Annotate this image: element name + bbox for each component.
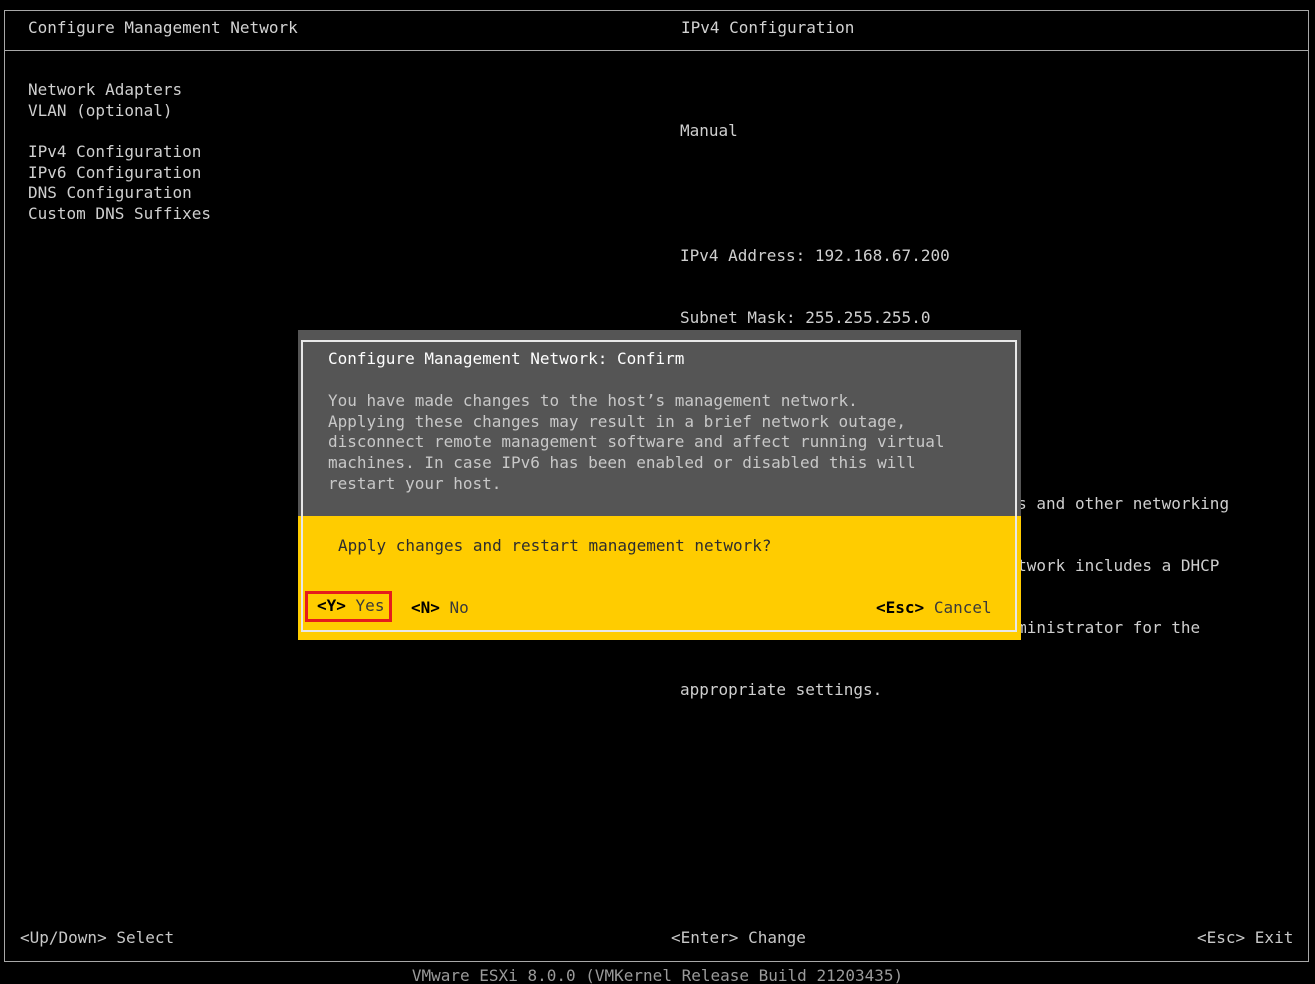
dialog-action-bar: Apply changes and restart management net… <box>298 516 1021 640</box>
change-hint: <Enter> Change <box>671 928 806 947</box>
menu-spacer <box>28 121 211 142</box>
no-key: <N> <box>411 598 440 617</box>
details-spacer <box>680 184 1229 205</box>
no-button[interactable]: <N> No <box>411 598 469 619</box>
yes-button[interactable]: <Y> Yes <box>304 591 393 622</box>
menu-item-ipv4-configuration[interactable]: IPv4 Configuration <box>28 142 211 163</box>
menu-item-network-adapters[interactable]: Network Adapters <box>28 80 211 101</box>
dialog-message-line: You have made changes to the host’s mana… <box>328 391 858 410</box>
config-menu: Network Adapters VLAN (optional) IPv4 Co… <box>28 80 211 225</box>
description-line: appropriate settings. <box>680 680 883 700</box>
dialog-message: You have made changes to the host’s mana… <box>328 391 945 494</box>
yes-key: <Y> <box>317 596 346 615</box>
dialog-message-line: Applying these changes may result in a b… <box>328 411 906 431</box>
dialog-message-line: disconnect remote management software an… <box>328 432 945 452</box>
header-divider <box>4 50 1309 51</box>
section-title: IPv4 Configuration <box>681 18 855 37</box>
cancel-button[interactable]: <Esc> Cancel <box>876 598 992 619</box>
dialog-question: Apply changes and restart management net… <box>338 536 772 555</box>
select-hint: <Up/Down> Select <box>20 928 175 947</box>
menu-item-ipv6-configuration[interactable]: IPv6 Configuration <box>28 163 211 184</box>
subnet-mask: Subnet Mask: 255.255.255.0 <box>680 307 931 327</box>
dialog-message-line: machines. In case IPv6 has been enabled … <box>328 453 916 473</box>
yes-label: Yes <box>355 596 385 615</box>
cancel-key: <Esc> <box>876 598 925 617</box>
ipv4-mode: Manual <box>680 121 738 141</box>
build-info: VMware ESXi 8.0.0 (VMKernel Release Buil… <box>411 966 904 984</box>
cancel-label: Cancel <box>933 598 992 617</box>
menu-item-custom-dns-suffixes[interactable]: Custom DNS Suffixes <box>28 204 211 225</box>
confirm-dialog: Configure Management Network: Confirm Yo… <box>298 330 1021 640</box>
page-title: Configure Management Network <box>28 18 298 37</box>
dialog-message-line: restart your host. <box>328 473 502 493</box>
no-label: No <box>449 598 469 617</box>
menu-item-dns-configuration[interactable]: DNS Configuration <box>28 183 211 204</box>
menu-item-vlan[interactable]: VLAN (optional) <box>28 101 211 122</box>
dialog-title: Configure Management Network: Confirm <box>328 349 685 368</box>
ipv4-address: IPv4 Address: 192.168.67.200 <box>680 245 950 265</box>
exit-hint: <Esc> Exit <box>1197 928 1294 947</box>
